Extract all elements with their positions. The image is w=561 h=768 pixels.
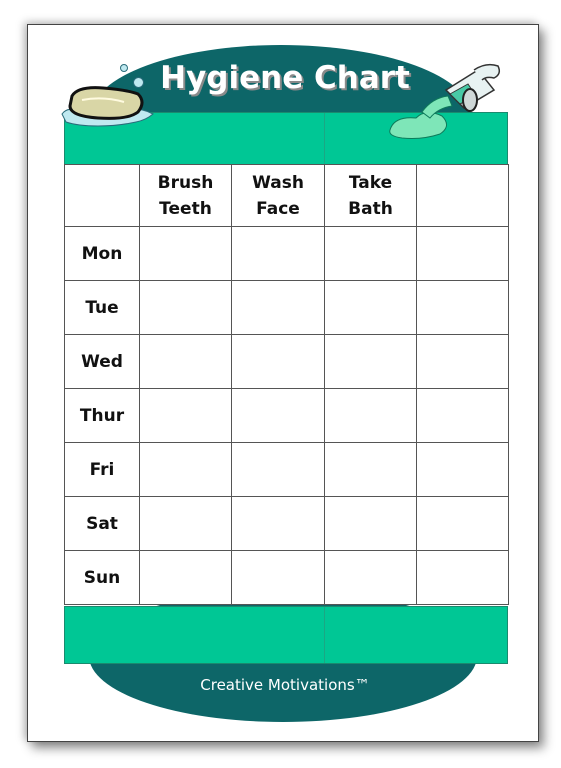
day-label: Thur <box>64 388 140 443</box>
column-header-take-bath: Take Bath <box>324 164 417 227</box>
check-cell[interactable] <box>324 442 417 497</box>
day-label: Sun <box>64 550 140 605</box>
table-row: Wed <box>64 334 509 389</box>
day-label: Wed <box>64 334 140 389</box>
check-cell[interactable] <box>324 496 417 551</box>
column-header-blank <box>416 164 509 227</box>
check-cell[interactable] <box>231 280 325 335</box>
check-cell[interactable] <box>324 226 417 281</box>
header-row: Brush Teeth Wash Face Take Bath <box>64 164 509 227</box>
check-cell[interactable] <box>416 442 509 497</box>
check-cell[interactable] <box>416 550 509 605</box>
check-cell[interactable] <box>139 334 232 389</box>
check-cell[interactable] <box>139 280 232 335</box>
check-cell[interactable] <box>139 388 232 443</box>
corner-cell <box>64 164 140 227</box>
table-row: Mon <box>64 226 509 281</box>
table-row: Sun <box>64 550 509 605</box>
hygiene-grid: Brush Teeth Wash Face Take Bath Mon Tue Wed… <box>64 164 509 605</box>
check-cell[interactable] <box>416 334 509 389</box>
check-cell[interactable] <box>416 388 509 443</box>
brand-footer: Creative Motivations™ <box>200 676 370 694</box>
day-label: Tue <box>64 280 140 335</box>
band-divider <box>324 607 325 663</box>
chart-title: Hygiene Chart <box>160 60 410 96</box>
check-cell[interactable] <box>231 442 325 497</box>
check-cell[interactable] <box>139 496 232 551</box>
bubble-icon <box>120 64 128 72</box>
column-header-wash-face: Wash Face <box>231 164 325 227</box>
band-divider <box>324 113 325 164</box>
toothpaste-tube-icon <box>389 63 501 139</box>
check-cell[interactable] <box>416 280 509 335</box>
day-label: Sat <box>64 496 140 551</box>
footer-band <box>64 606 508 664</box>
table-row: Thur <box>64 388 509 443</box>
check-cell[interactable] <box>416 496 509 551</box>
column-header-brush-teeth: Brush Teeth <box>139 164 232 227</box>
soap-bar-icon <box>61 86 154 127</box>
check-cell[interactable] <box>324 550 417 605</box>
check-cell[interactable] <box>231 226 325 281</box>
check-cell[interactable] <box>416 226 509 281</box>
check-cell[interactable] <box>139 550 232 605</box>
day-label: Fri <box>64 442 140 497</box>
check-cell[interactable] <box>324 334 417 389</box>
check-cell[interactable] <box>231 388 325 443</box>
check-cell[interactable] <box>324 280 417 335</box>
table-row: Fri <box>64 442 509 497</box>
table-row: Sat <box>64 496 509 551</box>
check-cell[interactable] <box>231 334 325 389</box>
check-cell[interactable] <box>139 442 232 497</box>
check-cell[interactable] <box>231 496 325 551</box>
check-cell[interactable] <box>231 550 325 605</box>
check-cell[interactable] <box>139 226 232 281</box>
day-label: Mon <box>64 226 140 281</box>
check-cell[interactable] <box>324 388 417 443</box>
table-row: Tue <box>64 280 509 335</box>
